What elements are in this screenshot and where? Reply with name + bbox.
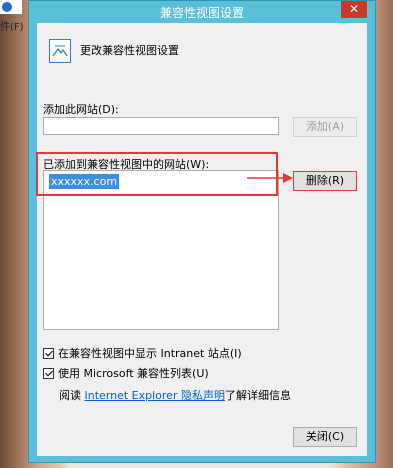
add-button[interactable]: 添加(A) [293, 117, 357, 137]
ms-list-label: 使用 Microsoft 兼容性列表(U) [58, 367, 209, 380]
ie-icon [0, 0, 22, 14]
intranet-option[interactable]: 在兼容性视图中显示 Intranet 站点(I) [43, 345, 242, 361]
privacy-suffix: 了解详细信息 [224, 389, 291, 402]
file-menu-edge: 件(F) [0, 22, 24, 33]
compatibility-dialog: 兼容性视图设置 ✕ 更改兼容性视图设置 添加此网站(D): 添加(A) 已添加到… [28, 0, 376, 463]
close-button[interactable]: 关闭(C) [293, 427, 357, 447]
dialog-body: 更改兼容性视图设置 添加此网站(D): 添加(A) 已添加到兼容性视图中的网站(… [36, 23, 367, 456]
privacy-link[interactable]: Internet Explorer 隐私声明 [85, 389, 225, 402]
privacy-line: 阅读 Internet Explorer 隐私声明了解详细信息 [59, 387, 291, 403]
annotation-highlight-box [36, 152, 278, 196]
dialog-title: 兼容性视图设置 [159, 6, 244, 20]
compatibility-icon [49, 39, 71, 63]
header-text: 更改兼容性视图设置 [80, 44, 179, 57]
ms-list-option[interactable]: 使用 Microsoft 兼容性列表(U) [43, 365, 209, 381]
intranet-checkbox[interactable] [43, 347, 54, 359]
privacy-prefix: 阅读 [59, 389, 81, 402]
add-site-input[interactable] [43, 117, 279, 135]
close-icon[interactable]: ✕ [341, 1, 367, 18]
ms-list-checkbox[interactable] [43, 367, 54, 379]
title-bar[interactable]: 兼容性视图设置 ✕ [29, 1, 375, 23]
intranet-label: 在兼容性视图中显示 Intranet 站点(I) [58, 347, 242, 360]
delete-button[interactable]: 删除(R) [293, 171, 357, 191]
add-site-label: 添加此网站(D): [43, 103, 119, 116]
annotation-arrow-icon [247, 173, 293, 183]
